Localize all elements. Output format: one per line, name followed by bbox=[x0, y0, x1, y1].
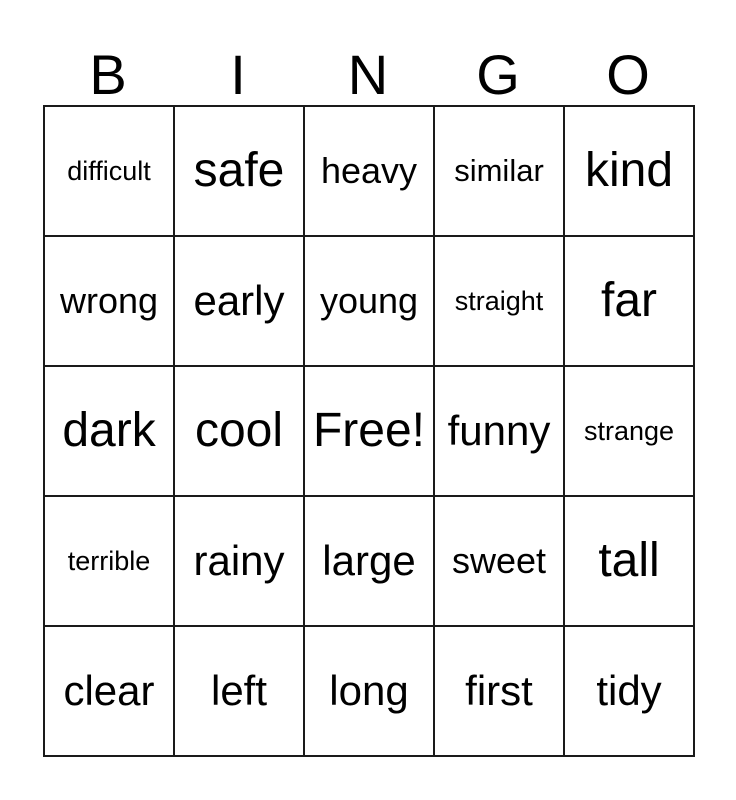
bingo-cell-label: straight bbox=[454, 285, 544, 316]
bingo-cell-label: kind bbox=[584, 143, 674, 197]
bingo-header-row: B I N G O bbox=[43, 30, 693, 105]
bingo-cell-i2[interactable]: early bbox=[175, 237, 305, 367]
bingo-header-letter-i: I bbox=[230, 43, 246, 106]
bingo-cell-n2[interactable]: young bbox=[305, 237, 435, 367]
bingo-cell-label: wrong bbox=[59, 280, 159, 322]
bingo-grid: difficult safe heavy similar kind wrong … bbox=[43, 105, 695, 757]
bingo-cell-i4[interactable]: rainy bbox=[175, 497, 305, 627]
bingo-cell-label: long bbox=[329, 666, 409, 714]
bingo-cell-g1[interactable]: similar bbox=[435, 107, 565, 237]
bingo-cell-label: terrible bbox=[67, 545, 151, 576]
bingo-cell-n5[interactable]: long bbox=[305, 627, 435, 757]
bingo-cell-o2[interactable]: far bbox=[565, 237, 695, 367]
bingo-cell-o5[interactable]: tidy bbox=[565, 627, 695, 757]
bingo-cell-g5[interactable]: first bbox=[435, 627, 565, 757]
bingo-cell-label: sweet bbox=[451, 540, 547, 582]
bingo-cell-free-space[interactable]: Free! bbox=[305, 367, 435, 497]
bingo-cell-label: young bbox=[319, 280, 419, 322]
bingo-card: B I N G O difficult safe heavy similar k… bbox=[0, 0, 736, 800]
bingo-cell-o3[interactable]: strange bbox=[565, 367, 695, 497]
bingo-cell-label: large bbox=[322, 536, 416, 584]
bingo-cell-label: early bbox=[193, 276, 285, 324]
bingo-cell-n4[interactable]: large bbox=[305, 497, 435, 627]
bingo-cell-i3[interactable]: cool bbox=[175, 367, 305, 497]
bingo-header-letter-n: N bbox=[347, 43, 389, 106]
bingo-cell-label: far bbox=[600, 273, 657, 327]
bingo-cell-g2[interactable]: straight bbox=[435, 237, 565, 367]
bingo-cell-label: heavy bbox=[320, 150, 418, 192]
bingo-cell-i1[interactable]: safe bbox=[175, 107, 305, 237]
bingo-header-letter-g: G bbox=[476, 43, 520, 106]
bingo-cell-label: clear bbox=[63, 666, 155, 714]
bingo-cell-b2[interactable]: wrong bbox=[45, 237, 175, 367]
bingo-cell-label: difficult bbox=[67, 155, 151, 186]
bingo-cell-b5[interactable]: clear bbox=[45, 627, 175, 757]
bingo-cell-label: similar bbox=[454, 152, 544, 188]
bingo-cell-o1[interactable]: kind bbox=[565, 107, 695, 237]
bingo-cell-o4[interactable]: tall bbox=[565, 497, 695, 627]
bingo-cell-label: cool bbox=[194, 403, 284, 457]
bingo-cell-label: rainy bbox=[193, 536, 285, 584]
bingo-cell-b3[interactable]: dark bbox=[45, 367, 175, 497]
bingo-cell-label: tidy bbox=[596, 666, 662, 714]
bingo-cell-g4[interactable]: sweet bbox=[435, 497, 565, 627]
bingo-header-letter-o: O bbox=[606, 43, 650, 106]
bingo-header-letter-b: B bbox=[89, 43, 127, 106]
bingo-cell-b1[interactable]: difficult bbox=[45, 107, 175, 237]
bingo-cell-label: funny bbox=[447, 406, 551, 454]
bingo-cell-i5[interactable]: left bbox=[175, 627, 305, 757]
bingo-cell-label: strange bbox=[583, 415, 675, 446]
bingo-cell-g3[interactable]: funny bbox=[435, 367, 565, 497]
bingo-free-space-label: Free! bbox=[312, 403, 426, 457]
bingo-cell-label: dark bbox=[62, 403, 156, 457]
bingo-cell-b4[interactable]: terrible bbox=[45, 497, 175, 627]
bingo-cell-label: safe bbox=[193, 143, 285, 197]
bingo-cell-label: left bbox=[210, 666, 268, 714]
bingo-cell-label: tall bbox=[598, 533, 660, 587]
bingo-cell-n1[interactable]: heavy bbox=[305, 107, 435, 237]
bingo-cell-label: first bbox=[465, 666, 533, 714]
